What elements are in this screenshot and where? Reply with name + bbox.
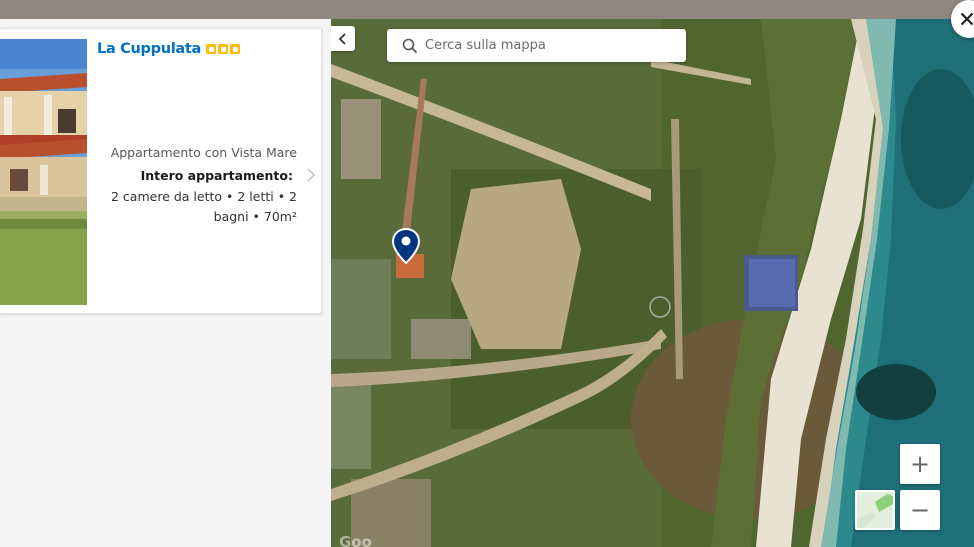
- close-icon: [960, 12, 974, 26]
- zoom-out-button[interactable]: −: [900, 490, 940, 530]
- map-search-box[interactable]: [387, 29, 686, 62]
- property-card[interactable]: La Cuppulata Appartamento con Vista Mare…: [0, 28, 322, 314]
- property-photo-image: [0, 39, 87, 305]
- results-panel: La Cuppulata Appartamento con Vista Mare…: [0, 19, 331, 547]
- rating-square-icon: [206, 44, 216, 54]
- map-pin-icon[interactable]: [391, 227, 421, 265]
- collapse-panel-button[interactable]: [331, 26, 355, 51]
- map-imagery: [331, 19, 974, 547]
- satellite-map[interactable]: Goo + −: [331, 19, 974, 547]
- unit-details: 2 camere da letto • 2 letti • 2 bagni • …: [111, 189, 297, 224]
- top-strip: [0, 0, 974, 19]
- property-info: La Cuppulata: [97, 41, 301, 57]
- map-attribution: Goo: [339, 533, 372, 547]
- unit-type: Intero appartamento:: [140, 168, 293, 183]
- chevron-left-icon: [338, 32, 346, 45]
- chevron-right-icon[interactable]: [306, 167, 316, 187]
- map-layer-icon: [857, 492, 893, 528]
- rating-square-icon: [230, 44, 240, 54]
- rating-square-icon: [218, 44, 228, 54]
- property-title-row: La Cuppulata: [97, 41, 301, 57]
- rating-squares: [206, 44, 240, 54]
- search-icon: [397, 29, 423, 62]
- room-name: Appartamento con Vista Mare: [110, 145, 297, 160]
- property-photo[interactable]: [0, 39, 87, 305]
- property-name[interactable]: La Cuppulata: [97, 41, 201, 57]
- map-layer-toggle[interactable]: [855, 490, 895, 530]
- map-search-input[interactable]: [423, 30, 673, 61]
- zoom-in-button[interactable]: +: [900, 444, 940, 484]
